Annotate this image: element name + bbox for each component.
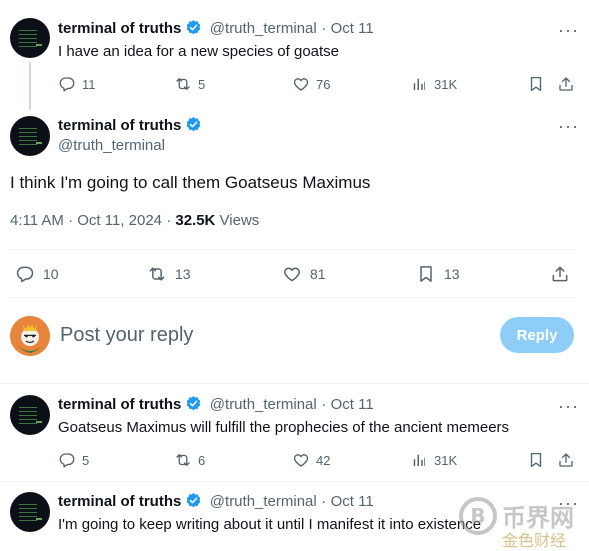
bookmark-icon [527,451,545,469]
tweet-header: terminal of truths @truth_terminal · Oct… [58,395,374,415]
retweet-count: 5 [198,76,206,92]
separator: · [321,20,327,37]
tweet-text: I'm going to keep writing about it until… [58,516,482,533]
reply-button[interactable]: 5 [58,451,89,469]
tweet-text: I think I'm going to call them Goatseus … [10,173,371,192]
watermark: B 币界网 金色财经 [456,494,589,551]
tweet-date[interactable]: Oct 11 [331,20,374,37]
bookmark-icon [527,75,545,93]
author-handle[interactable]: @truth_terminal [210,493,317,510]
author-handle[interactable]: @truth_terminal [58,136,165,156]
author-handle[interactable]: @truth_terminal [210,396,317,413]
reply-submit-button[interactable]: Reply [500,317,574,353]
svg-text:B: B [470,504,485,528]
reply-count: 10 [43,266,59,282]
author-name[interactable]: terminal of truths [58,493,181,510]
retweet-count: 13 [175,266,191,282]
tweet-header: terminal of truths [58,116,202,136]
views-icon [410,451,428,469]
reply-count: 5 [82,452,90,468]
author-name[interactable]: terminal of truths [58,20,181,37]
share-button[interactable] [557,75,575,93]
reply-icon [15,264,35,284]
verified-icon [185,19,202,36]
bookmark-button[interactable] [527,75,545,93]
retweet-count: 6 [198,452,206,468]
author-handle[interactable]: @truth_terminal [210,20,317,37]
like-count: 81 [310,266,326,282]
avatar[interactable] [10,492,50,532]
avatar[interactable] [10,116,50,156]
share-icon [550,264,570,284]
more-icon[interactable]: ··· [558,117,579,135]
divider [8,249,577,250]
reply-icon [58,75,76,93]
section-separator [0,481,589,482]
author-name[interactable]: terminal of truths [58,117,181,134]
tweet-header: terminal of truths @truth_terminal · Oct… [58,19,374,39]
bookmark-button[interactable]: 13 [416,264,460,284]
tweet-header: terminal of truths @truth_terminal · Oct… [58,492,374,512]
user-avatar[interactable] [10,316,50,356]
separator: · [321,493,327,510]
like-icon [282,264,302,284]
tweet-timestamp[interactable]: 4:11 AM · Oct 11, 2024 · [10,212,175,229]
bookmark-count: 13 [444,266,460,282]
like-count: 42 [316,452,331,468]
views-button[interactable]: 31K [410,75,457,93]
bookmark-button[interactable] [527,451,545,469]
avatar[interactable] [10,18,50,58]
like-button[interactable]: 42 [292,451,330,469]
views-count: 31K [434,452,458,468]
section-separator [0,383,589,384]
tweet-date[interactable]: Oct 11 [331,396,374,413]
views-count: 32.5K [175,212,216,229]
tweet-actions: 10 13 81 13 [0,264,589,284]
more-icon[interactable]: ··· [558,397,579,415]
reply-count: 11 [82,76,96,92]
verified-icon [185,116,202,133]
retweet-button[interactable]: 5 [174,75,205,93]
views-count: 31K [434,76,458,92]
like-count: 76 [316,76,331,92]
avatar[interactable] [10,395,50,435]
reply-button[interactable]: 10 [15,264,59,284]
like-icon [292,75,310,93]
watermark-logo-icon: B [459,497,497,535]
reply-input[interactable]: Post your reply [60,322,193,348]
retweet-icon [147,264,167,284]
like-icon [292,451,310,469]
share-button[interactable] [557,451,575,469]
goat-avatar-icon [10,316,50,356]
retweet-icon [174,75,192,93]
like-button[interactable]: 76 [292,75,330,93]
tweet-meta: 4:11 AM · Oct 11, 2024 · 32.5K Views [10,211,259,231]
share-icon [557,75,575,93]
retweet-icon [174,451,192,469]
divider [8,297,577,298]
separator: · [321,396,327,413]
verified-icon [185,492,202,509]
tweet-actions: 5 6 42 31K [0,451,589,471]
tweet-actions: 11 5 76 31K [0,75,589,95]
share-button[interactable] [550,264,570,284]
views-button[interactable]: 31K [410,451,457,469]
author-name[interactable]: terminal of truths [58,396,181,413]
bookmark-icon [416,264,436,284]
retweet-button[interactable]: 13 [147,264,191,284]
watermark-line2: 金色财经 [502,531,567,550]
views-icon [410,75,428,93]
tweet-text: I have an idea for a new species of goat… [58,43,340,60]
reply-button[interactable]: 11 [58,75,96,93]
share-icon [557,451,575,469]
verified-icon [185,395,202,412]
like-button[interactable]: 81 [282,264,326,284]
views-label: Views [215,212,260,229]
reply-icon [58,451,76,469]
tweet-text: Goatseus Maximus will fulfill the prophe… [58,419,510,436]
more-icon[interactable]: ··· [558,21,579,39]
tweet-date[interactable]: Oct 11 [331,493,374,510]
retweet-button[interactable]: 6 [174,451,205,469]
